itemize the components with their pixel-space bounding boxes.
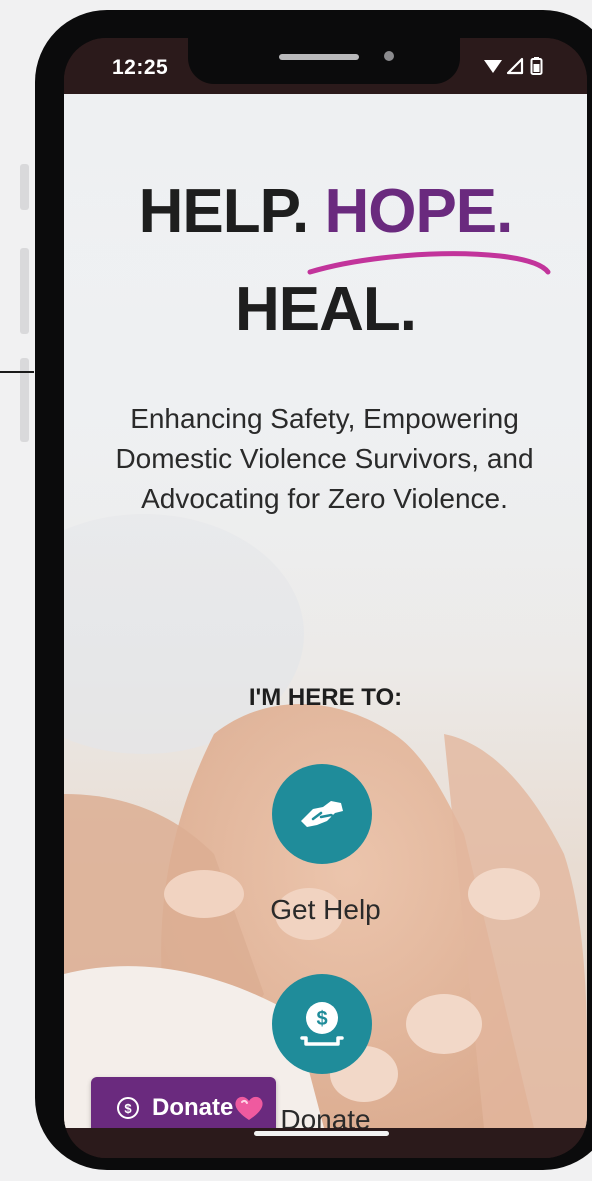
signal-icon: [506, 57, 524, 75]
phone-side-button-middle: [20, 248, 29, 334]
status-icons: [484, 57, 543, 75]
page: 12:25 HELP. HOPE. HEAL. Enhancing Safety…: [0, 0, 592, 1181]
status-time: 12:25: [112, 56, 169, 79]
dollar-circle-icon: $: [117, 1097, 139, 1119]
handshake-icon: [301, 801, 343, 827]
tagline: Enhancing Safety, Empowering Domestic Vi…: [115, 403, 534, 514]
speaker-grille: [279, 54, 359, 60]
status-bar: 12:25: [64, 38, 587, 94]
get-help-button[interactable]: [272, 764, 372, 864]
hero-title-line1: HELP. HOPE.: [64, 176, 587, 247]
divider-line: [0, 371, 34, 373]
floating-donate-button[interactable]: $ Donate: [91, 1077, 276, 1128]
hero-title-help: HELP.: [138, 177, 310, 246]
battery-icon: [530, 57, 543, 75]
donation-icon: $: [300, 1002, 344, 1046]
svg-text:$: $: [316, 1008, 327, 1030]
svg-text:$: $: [124, 1101, 132, 1116]
hero-title-heal: HEAL.: [235, 275, 417, 344]
phone-side-button-top: [20, 164, 29, 210]
home-indicator[interactable]: [254, 1131, 389, 1136]
donate-button[interactable]: $: [272, 974, 372, 1074]
front-camera: [384, 51, 394, 61]
main-content: HELP. HOPE. HEAL. Enhancing Safety, Empo…: [64, 94, 587, 1128]
phone-screen: 12:25 HELP. HOPE. HEAL. Enhancing Safety…: [64, 38, 587, 1158]
get-help-label[interactable]: Get Help: [64, 894, 587, 926]
hero-title-hope: HOPE.: [324, 177, 513, 246]
floating-donate-label: Donate: [152, 1094, 234, 1121]
navigation-bar: [64, 1128, 587, 1158]
wifi-icon: [484, 60, 502, 73]
notch: [188, 38, 460, 84]
heart-icon: [235, 1096, 263, 1120]
section-label: I'M HERE TO:: [248, 684, 403, 711]
